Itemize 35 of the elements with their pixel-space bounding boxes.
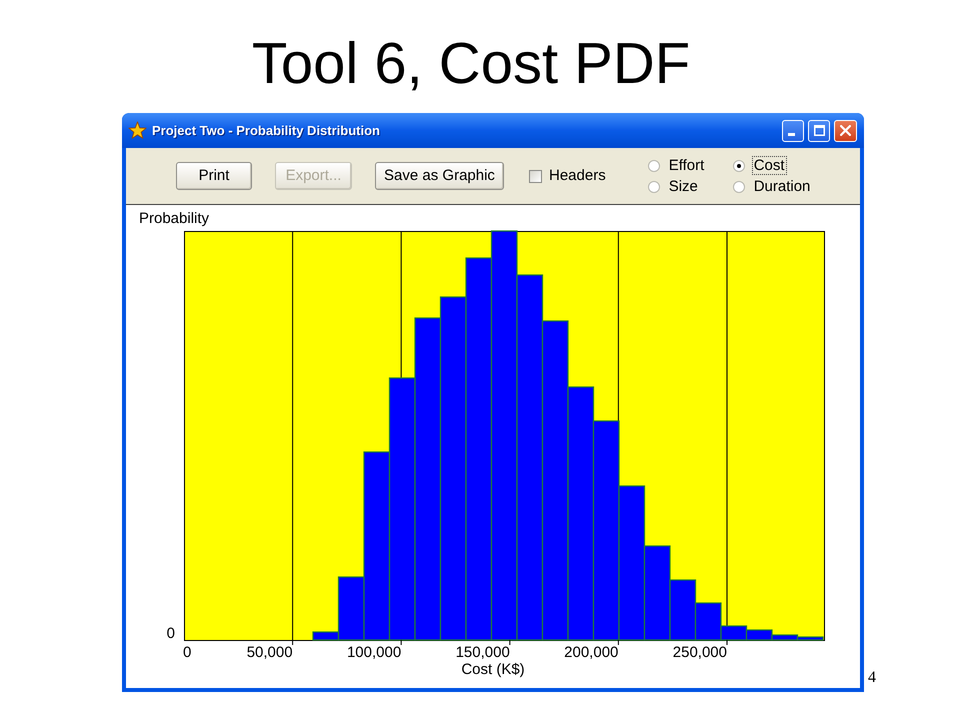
radio-button[interactable] [732,160,745,172]
x-axis-title: Cost (K$) [461,661,525,678]
x-tick-label: 0 [183,644,192,661]
toolbar-button[interactable]: Print [176,162,252,190]
radio-label[interactable]: Effort [666,156,706,175]
tick-mark [509,640,510,646]
window-title: Project Two - Probability Distribution [152,122,380,138]
page-number: 4 [868,669,876,687]
slide-title: Tool 6, Cost PDF [252,35,690,93]
close-icon [840,125,851,136]
checkbox-label[interactable]: Headers [549,167,606,185]
x-tick-label: 150,000 [456,644,510,661]
tick-mark [618,640,619,646]
tick-mark [726,640,728,646]
radio-label[interactable]: Duration [752,177,812,196]
star-icon [128,121,147,140]
tick-mark [400,640,402,646]
radio-button[interactable] [648,180,660,192]
x-tick-label: 250,000 [672,644,727,661]
toolbar-button[interactable]: Save as Graphic [375,162,504,190]
radio-button[interactable] [732,180,745,192]
radio-label[interactable]: Size [666,177,700,196]
checkbox[interactable] [529,170,542,182]
x-tick-label: 100,000 [346,644,402,661]
x-tick-label: 50,000 [246,644,293,661]
y-tick-label: 0 [166,625,175,642]
minimize-button[interactable] [782,120,804,142]
x-tick-label: 200,000 [564,644,618,661]
close-button[interactable] [834,120,857,142]
y-axis-title: Probability [139,210,210,227]
radio-label[interactable]: Cost [752,156,787,175]
radio-button[interactable] [648,160,660,172]
maximize-icon [814,125,824,136]
maximize-button[interactable] [808,120,830,142]
minimize-icon [788,132,795,136]
